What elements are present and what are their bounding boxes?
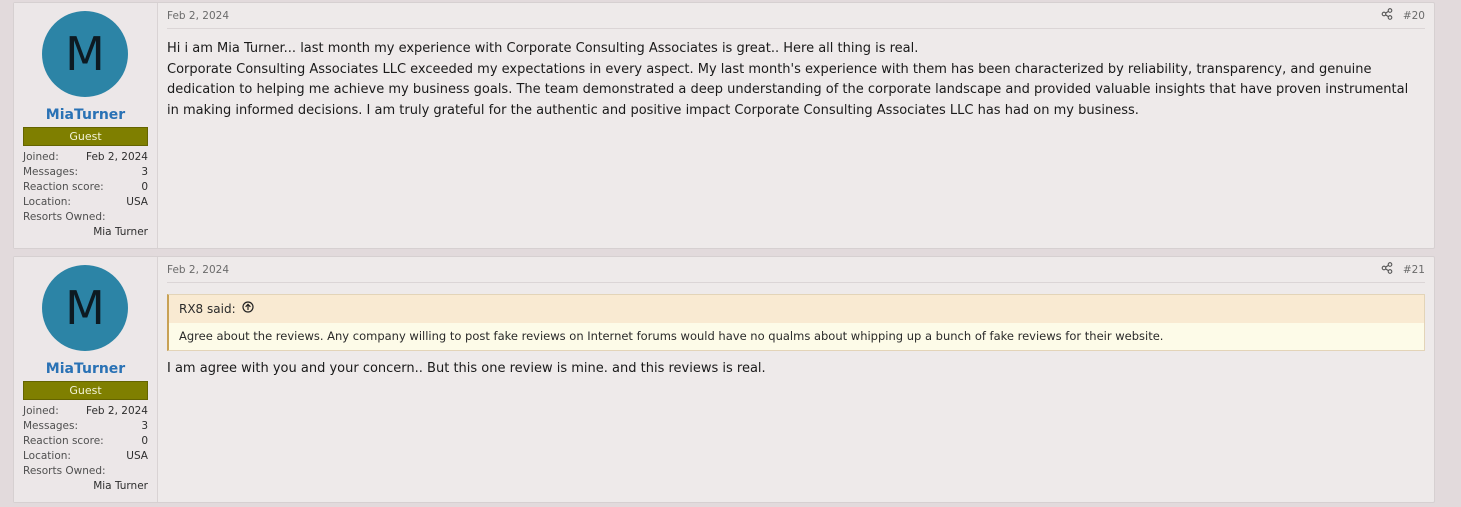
- stat-value: 0: [141, 435, 148, 447]
- quote-author: RX8 said:: [179, 302, 236, 316]
- post-paragraph: Hi i am Mia Turner... last month my expe…: [167, 41, 919, 56]
- post-main: Feb 2, 2024 #20 Hi i am Mia Turner... la…: [158, 3, 1434, 248]
- stat-value[interactable]: USA: [126, 449, 148, 464]
- stat-label: Messages:: [23, 420, 79, 432]
- quote-text: Agree about the reviews. Any company wil…: [179, 329, 1164, 343]
- stat-value: Mia Turner: [93, 480, 148, 492]
- post-meta: Feb 2, 2024 #21: [167, 257, 1425, 283]
- stat-label: Resorts Owned:: [23, 465, 106, 477]
- stat-value: Mia Turner: [93, 226, 148, 238]
- stat-messages: Messages: 3: [23, 419, 148, 434]
- stat-label: Resorts Owned:: [23, 211, 106, 223]
- quote-block: RX8 said: Agree about the reviews. Any c…: [167, 294, 1425, 351]
- post-date-link[interactable]: Feb 2, 2024: [167, 10, 229, 22]
- stat-value: Feb 2, 2024: [85, 151, 148, 163]
- user-title-badge: Guest: [23, 381, 148, 400]
- stat-reaction-score: Reaction score: 0: [23, 434, 148, 449]
- user-info: M MiaTurner Guest Joined: Feb 2, 2024 Mes…: [14, 3, 158, 248]
- stat-value[interactable]: 3: [141, 165, 148, 180]
- post-body: Hi i am Mia Turner... last month my expe…: [167, 39, 1425, 121]
- stat-joined: Joined: Feb 2, 2024: [23, 404, 148, 419]
- stat-label: Joined:: [23, 405, 59, 417]
- user-stats: Joined: Feb 2, 2024 Messages: 3 Reaction s…: [23, 150, 148, 240]
- stat-reaction-score: Reaction score: 0: [23, 180, 148, 195]
- share-icon[interactable]: [1381, 262, 1393, 277]
- stat-label: Reaction score:: [23, 435, 104, 447]
- post-number-link[interactable]: #20: [1403, 10, 1425, 22]
- stat-location: Location: USA: [23, 195, 148, 210]
- username-link[interactable]: MiaTurner: [14, 107, 157, 123]
- user-title-badge: Guest: [23, 127, 148, 146]
- stat-messages: Messages: 3: [23, 165, 148, 180]
- stat-value: Feb 2, 2024: [85, 405, 148, 417]
- stat-location: Location: USA: [23, 449, 148, 464]
- avatar[interactable]: M: [42, 11, 128, 97]
- post-body: I am agree with you and your concern.. B…: [167, 361, 766, 376]
- post-20: M MiaTurner Guest Joined: Feb 2, 2024 Mes…: [13, 2, 1435, 249]
- share-icon[interactable]: [1381, 8, 1393, 23]
- quote-header[interactable]: RX8 said:: [169, 295, 1424, 323]
- user-stats: Joined: Feb 2, 2024 Messages: 3 Reaction s…: [23, 404, 148, 494]
- stat-label: Location:: [23, 450, 71, 462]
- avatar[interactable]: M: [42, 265, 128, 351]
- stat-value[interactable]: 3: [141, 419, 148, 434]
- stat-label: Messages:: [23, 166, 79, 178]
- post-number-link[interactable]: #21: [1403, 264, 1425, 276]
- stat-value: 0: [141, 181, 148, 193]
- username-link[interactable]: MiaTurner: [14, 361, 157, 377]
- arrow-up-circle-icon[interactable]: [242, 295, 254, 323]
- stat-resorts-owned: Resorts Owned:: [23, 210, 148, 225]
- user-info: M MiaTurner Guest Joined: Feb 2, 2024 Mes…: [14, 257, 158, 502]
- post-paragraph: Corporate Consulting Associates LLC exce…: [167, 61, 1409, 118]
- post-date-link[interactable]: Feb 2, 2024: [167, 264, 229, 276]
- post-meta: Feb 2, 2024 #20: [167, 3, 1425, 29]
- stat-label: Joined:: [23, 151, 59, 163]
- stat-label: Reaction score:: [23, 181, 104, 193]
- stat-joined: Joined: Feb 2, 2024: [23, 150, 148, 165]
- stat-value[interactable]: USA: [126, 195, 148, 210]
- stat-label: Location:: [23, 196, 71, 208]
- post-main: Feb 2, 2024 #21 RX8 said: Agree about th…: [158, 257, 1434, 502]
- post-21: M MiaTurner Guest Joined: Feb 2, 2024 Mes…: [13, 256, 1435, 503]
- stat-resorts-owned: Resorts Owned:: [23, 464, 148, 479]
